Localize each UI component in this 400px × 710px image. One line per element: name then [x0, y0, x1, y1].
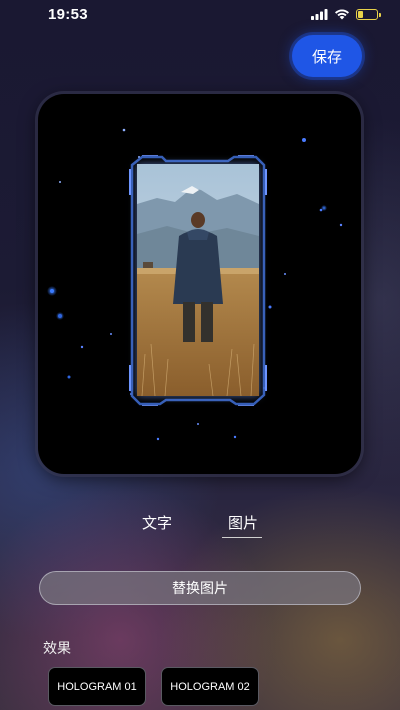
tab-image[interactable]: 图片 — [222, 512, 264, 533]
effect-hologram-01[interactable]: HOLOGRAM 01 — [48, 667, 146, 706]
signal-icon — [311, 8, 328, 20]
tab-text[interactable]: 文字 — [130, 512, 184, 533]
battery-charging-icon — [356, 8, 381, 20]
active-tab-indicator — [222, 537, 262, 538]
hologram-frame — [128, 155, 268, 406]
wifi-icon — [335, 9, 349, 20]
editor-tabs: 文字 图片 — [0, 508, 400, 542]
save-button[interactable]: 保存 — [292, 35, 362, 77]
replace-image-button[interactable]: 替换图片 — [39, 571, 361, 605]
status-bar: 19:53 — [0, 0, 400, 28]
preview-card — [38, 94, 361, 474]
status-time: 19:53 — [48, 5, 88, 23]
effects-title: 效果 — [43, 641, 71, 657]
status-icons — [311, 8, 381, 20]
preview-photo — [137, 164, 259, 396]
effect-hologram-02[interactable]: HOLOGRAM 02 — [161, 667, 259, 706]
